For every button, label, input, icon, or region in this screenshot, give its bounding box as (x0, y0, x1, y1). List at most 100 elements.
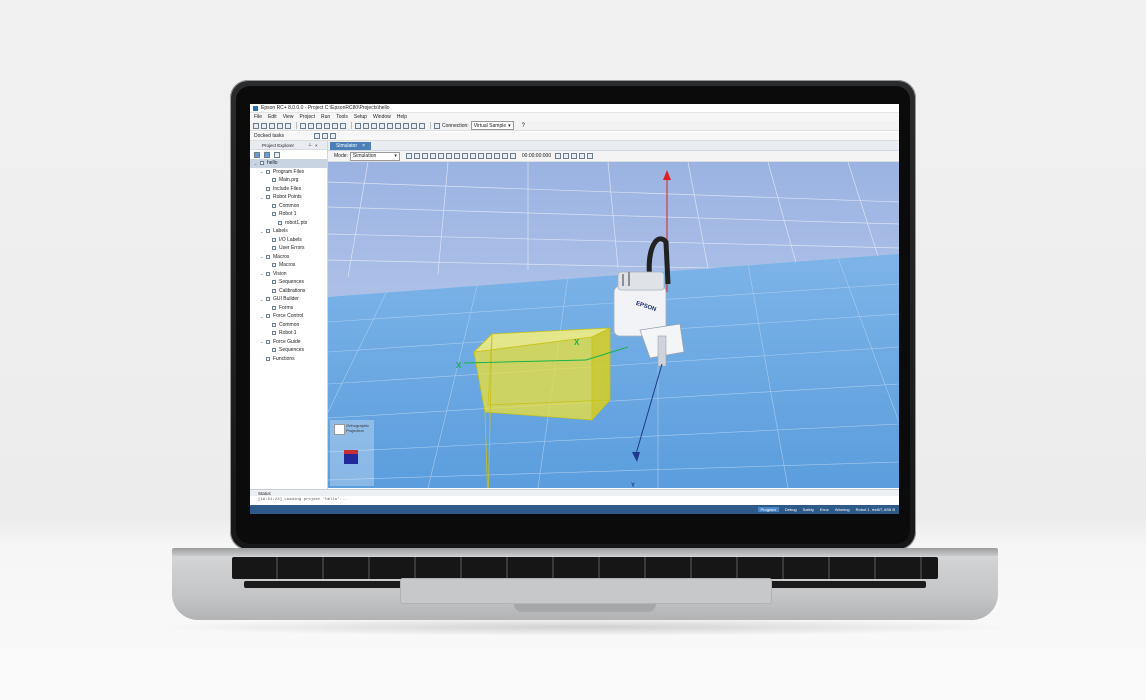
view-top-icon[interactable] (421, 153, 428, 159)
robot-icon[interactable] (587, 153, 594, 159)
object-icon[interactable] (469, 153, 476, 159)
tree-item[interactable]: ⌄ Robot Points (250, 193, 327, 202)
menu-project[interactable]: Project (299, 114, 315, 120)
refresh-icon[interactable] (274, 151, 280, 158)
tree-item[interactable]: Robot 1 (250, 329, 327, 338)
collision-icon[interactable] (579, 153, 586, 159)
menu-view[interactable]: View (283, 114, 294, 120)
find-icon[interactable] (340, 122, 346, 129)
dock-icon[interactable] (330, 133, 337, 139)
tree-item[interactable]: ⌄ Program Files (250, 168, 327, 177)
tree-item[interactable]: Common (250, 321, 327, 330)
tree-item[interactable]: ⌄ Labels (250, 227, 327, 236)
statusbar-item[interactable]: Robot 1, rbd6T, 6S6 B (856, 507, 895, 512)
menu-run[interactable]: Run (321, 114, 330, 120)
help-icon[interactable]: ? (522, 123, 525, 129)
undo-icon[interactable] (324, 122, 330, 129)
copy-icon[interactable] (308, 122, 314, 129)
new-icon[interactable] (253, 122, 259, 129)
record-icon[interactable] (477, 153, 484, 159)
camera-icon[interactable] (501, 153, 508, 159)
tree-item[interactable]: Main.prg (250, 176, 327, 185)
docked-tasks-label[interactable]: Docked tasks (254, 133, 284, 139)
tree-item[interactable]: Macros (250, 261, 327, 270)
paste-icon[interactable] (316, 122, 322, 129)
statusbar-item[interactable]: Error (820, 507, 829, 512)
projection-checkbox[interactable] (334, 424, 345, 435)
tree-item[interactable]: Calibrations (250, 287, 327, 296)
3d-viewport[interactable]: X X EPSON Y (328, 162, 899, 488)
mode-select[interactable]: Simulation ▾ (349, 151, 400, 161)
rotate-icon[interactable] (429, 153, 436, 159)
view-front-icon[interactable] (405, 153, 412, 159)
collapse-icon[interactable] (254, 151, 260, 158)
io-monitor-icon[interactable] (371, 122, 377, 129)
tree-item[interactable]: User Errors (250, 244, 327, 253)
robot-manager-icon[interactable] (379, 122, 385, 129)
vision-icon[interactable] (387, 122, 393, 129)
tree-item[interactable]: ⌄ Vision (250, 270, 327, 279)
cut-icon[interactable] (300, 122, 306, 129)
stop-icon[interactable] (493, 153, 500, 159)
lid-notch (514, 604, 656, 612)
tree-item[interactable]: ⌄ hello (250, 159, 327, 168)
tree-item[interactable]: ⌄ Macros (250, 253, 327, 262)
statusbar-item[interactable]: Warning (835, 507, 850, 512)
tree-item[interactable]: ⌄ Force Guide (250, 338, 327, 347)
settings-icon[interactable] (571, 153, 578, 159)
tree-item[interactable]: Forms (250, 304, 327, 313)
menu-setup[interactable]: Setup (354, 114, 367, 120)
menu-edit[interactable]: Edit (268, 114, 277, 120)
tree-item[interactable]: Common (250, 202, 327, 211)
menu-help[interactable]: Help (397, 114, 407, 120)
pin-icon[interactable]: ⊥ (308, 142, 312, 148)
open-icon[interactable] (261, 122, 267, 129)
save-icon[interactable] (269, 122, 275, 129)
redo-icon[interactable] (332, 122, 338, 129)
connection-select[interactable]: Virtual Sample ▾ (470, 121, 514, 130)
label-icon (272, 237, 276, 242)
connection-icon[interactable] (434, 122, 440, 129)
build-icon[interactable] (355, 122, 361, 129)
controller-icon[interactable] (419, 122, 425, 129)
tree-item[interactable]: ⌄ Force Control (250, 312, 327, 321)
expand-icon[interactable] (264, 151, 270, 158)
close-tab-icon[interactable]: × (362, 143, 365, 149)
pan-icon[interactable] (437, 153, 444, 159)
dock-icon[interactable] (322, 133, 329, 139)
dock-icon[interactable] (314, 133, 321, 139)
tree-item[interactable]: I/O Labels (250, 236, 327, 245)
layout-icon[interactable] (453, 153, 460, 159)
tree-item[interactable]: Sequences (250, 278, 327, 287)
play-icon[interactable] (485, 153, 492, 159)
statusbar-item[interactable]: Safety (803, 507, 814, 512)
camera-icon (266, 271, 270, 276)
force-icon (272, 331, 276, 336)
tree-item[interactable]: Robot 1 (250, 210, 327, 219)
simulator-icon[interactable] (395, 122, 401, 129)
zoom-in-icon[interactable] (555, 153, 562, 159)
tree-item[interactable]: ⌄ GUI Builder (250, 295, 327, 304)
tree-item[interactable]: Include Files (250, 185, 327, 194)
orientation-cube[interactable] (344, 450, 358, 464)
view-side-icon[interactable] (413, 153, 420, 159)
zoom-out-icon[interactable] (563, 153, 570, 159)
print-icon[interactable] (285, 122, 291, 129)
upload-icon[interactable] (411, 122, 417, 129)
run-window-icon[interactable] (363, 122, 369, 129)
camera-icon[interactable] (403, 122, 409, 129)
statusbar-item[interactable]: Program (757, 507, 779, 512)
video-icon[interactable] (509, 153, 516, 159)
menu-tools[interactable]: Tools (336, 114, 348, 120)
statusbar-item[interactable]: Debug (785, 507, 797, 512)
save-all-icon[interactable] (277, 122, 283, 129)
tab-simulator[interactable]: Simulator × (330, 142, 372, 150)
menu-file[interactable]: File (254, 114, 262, 120)
close-icon[interactable]: × (315, 143, 318, 148)
grid-icon[interactable] (461, 153, 468, 159)
zoom-fit-icon[interactable] (445, 153, 452, 159)
tree-item[interactable]: Sequences (250, 346, 327, 355)
menu-window[interactable]: Window (373, 114, 391, 120)
tree-item[interactable]: Functions (250, 355, 327, 364)
tree-item[interactable]: robot1.pts (250, 219, 327, 228)
